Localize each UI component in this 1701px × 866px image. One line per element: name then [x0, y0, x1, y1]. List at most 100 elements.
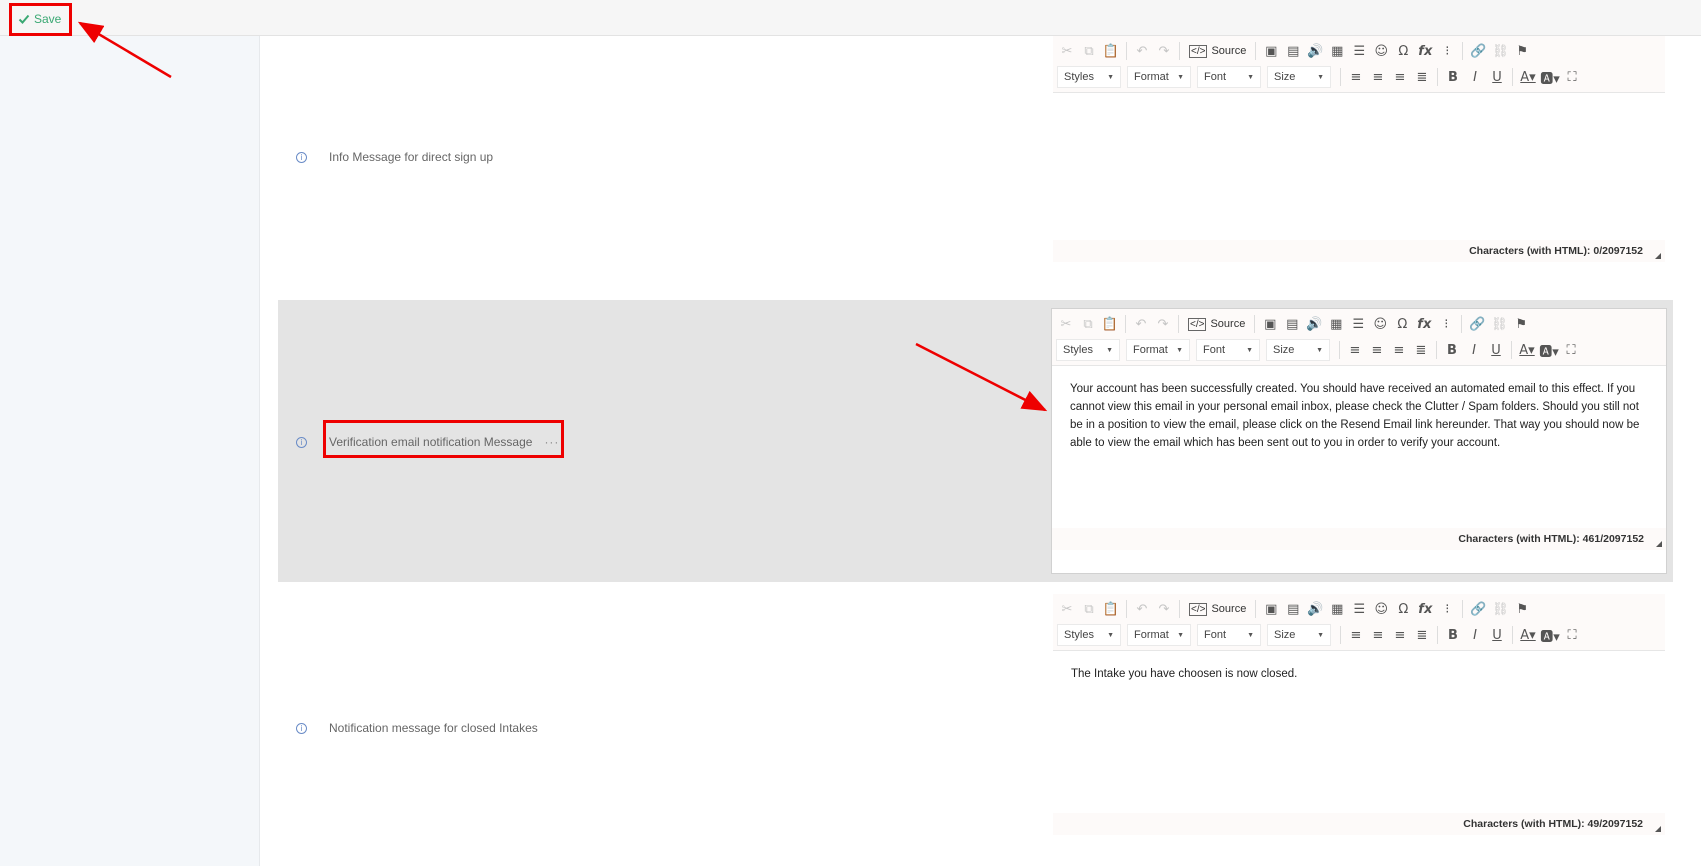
- source-button[interactable]: </> Source: [1185, 44, 1250, 58]
- bg-color-icon[interactable]: 🅰▾: [1540, 67, 1560, 87]
- link-icon[interactable]: 🔗: [1467, 314, 1487, 334]
- redo-icon[interactable]: ↷: [1153, 314, 1173, 334]
- format-combo[interactable]: Format ▼: [1127, 624, 1191, 646]
- cut-icon[interactable]: ✂: [1057, 599, 1077, 619]
- link-icon[interactable]: 🔗: [1468, 599, 1488, 619]
- unlink-icon[interactable]: ⛓: [1490, 41, 1510, 61]
- save-button[interactable]: Save: [18, 9, 61, 29]
- italic-icon[interactable]: I: [1465, 625, 1485, 645]
- anchor-icon[interactable]: ⚑: [1512, 599, 1532, 619]
- cut-icon[interactable]: ✂: [1057, 41, 1077, 61]
- editor-body[interactable]: [1053, 93, 1665, 240]
- table-icon[interactable]: ▦: [1326, 314, 1346, 334]
- maximize-icon[interactable]: ⛶: [1562, 625, 1582, 645]
- bold-icon[interactable]: B: [1443, 67, 1463, 87]
- align-center-icon[interactable]: ≡: [1368, 625, 1388, 645]
- redo-icon[interactable]: ↷: [1154, 41, 1174, 61]
- anchor-icon[interactable]: ⚑: [1511, 314, 1531, 334]
- unlink-icon[interactable]: ⛓: [1490, 599, 1510, 619]
- placeholder-icon[interactable]: ⁝: [1437, 41, 1457, 61]
- paste-icon[interactable]: 📋: [1101, 599, 1121, 619]
- cut-icon[interactable]: ✂: [1056, 314, 1076, 334]
- image-icon[interactable]: ▣: [1260, 314, 1280, 334]
- justify-icon[interactable]: ≣: [1411, 340, 1431, 360]
- info-icon[interactable]: i: [296, 436, 307, 448]
- copy-icon[interactable]: ⧉: [1079, 41, 1099, 61]
- smiley-icon[interactable]: ☺: [1370, 314, 1390, 334]
- underline-icon[interactable]: U: [1487, 625, 1507, 645]
- resize-handle-icon[interactable]: [1655, 253, 1661, 259]
- table-icon[interactable]: ▦: [1327, 599, 1347, 619]
- anchor-icon[interactable]: ⚑: [1512, 41, 1532, 61]
- source-button[interactable]: </> Source: [1184, 317, 1249, 331]
- bold-icon[interactable]: B: [1442, 340, 1462, 360]
- text-color-icon[interactable]: A▾: [1517, 340, 1537, 360]
- image2-icon[interactable]: ▤: [1282, 314, 1302, 334]
- paste-icon[interactable]: 📋: [1101, 41, 1121, 61]
- horizontal-rule-icon[interactable]: ☰: [1348, 314, 1368, 334]
- bg-color-icon[interactable]: 🅰▾: [1539, 340, 1559, 360]
- bold-icon[interactable]: B: [1443, 625, 1463, 645]
- bg-color-icon[interactable]: 🅰▾: [1540, 625, 1560, 645]
- font-combo[interactable]: Font ▼: [1196, 339, 1260, 361]
- link-icon[interactable]: 🔗: [1468, 41, 1488, 61]
- resize-handle-icon[interactable]: [1656, 541, 1662, 547]
- smiley-icon[interactable]: ☺: [1371, 41, 1391, 61]
- resize-handle-icon[interactable]: [1655, 826, 1661, 832]
- info-icon[interactable]: i: [296, 722, 307, 734]
- formula-icon[interactable]: fx: [1414, 314, 1434, 334]
- format-combo[interactable]: Format ▼: [1126, 339, 1190, 361]
- format-combo[interactable]: Format ▼: [1127, 66, 1191, 88]
- text-color-icon[interactable]: A▾: [1518, 67, 1538, 87]
- align-left-icon[interactable]: ≡: [1346, 625, 1366, 645]
- redo-icon[interactable]: ↷: [1154, 599, 1174, 619]
- size-combo[interactable]: Size ▼: [1266, 339, 1330, 361]
- more-options-icon[interactable]: ···: [544, 435, 559, 449]
- size-combo[interactable]: Size ▼: [1267, 624, 1331, 646]
- maximize-icon[interactable]: ⛶: [1562, 67, 1582, 87]
- info-icon[interactable]: i: [296, 151, 307, 163]
- styles-combo[interactable]: Styles ▼: [1057, 624, 1121, 646]
- image-icon[interactable]: ▣: [1261, 41, 1281, 61]
- copy-icon[interactable]: ⧉: [1079, 599, 1099, 619]
- table-icon[interactable]: ▦: [1327, 41, 1347, 61]
- image-icon[interactable]: ▣: [1261, 599, 1281, 619]
- source-button[interactable]: </> Source: [1185, 602, 1250, 616]
- formula-icon[interactable]: fx: [1415, 599, 1435, 619]
- smiley-icon[interactable]: ☺: [1371, 599, 1391, 619]
- italic-icon[interactable]: I: [1465, 67, 1485, 87]
- editor-body[interactable]: Your account has been successfully creat…: [1052, 366, 1666, 528]
- align-left-icon[interactable]: ≡: [1346, 67, 1366, 87]
- justify-icon[interactable]: ≣: [1412, 625, 1432, 645]
- align-center-icon[interactable]: ≡: [1368, 67, 1388, 87]
- placeholder-icon[interactable]: ⁝: [1436, 314, 1456, 334]
- horizontal-rule-icon[interactable]: ☰: [1349, 599, 1369, 619]
- align-left-icon[interactable]: ≡: [1345, 340, 1365, 360]
- styles-combo[interactable]: Styles ▼: [1056, 339, 1120, 361]
- placeholder-icon[interactable]: ⁝: [1437, 599, 1457, 619]
- styles-combo[interactable]: Styles ▼: [1057, 66, 1121, 88]
- maximize-icon[interactable]: ⛶: [1561, 340, 1581, 360]
- paste-icon[interactable]: 📋: [1100, 314, 1120, 334]
- justify-icon[interactable]: ≣: [1412, 67, 1432, 87]
- formula-icon[interactable]: fx: [1415, 41, 1435, 61]
- audio-icon[interactable]: 🔊: [1304, 314, 1324, 334]
- audio-icon[interactable]: 🔊: [1305, 41, 1325, 61]
- align-center-icon[interactable]: ≡: [1367, 340, 1387, 360]
- image2-icon[interactable]: ▤: [1283, 599, 1303, 619]
- size-combo[interactable]: Size ▼: [1267, 66, 1331, 88]
- special-char-icon[interactable]: Ω: [1392, 314, 1412, 334]
- undo-icon[interactable]: ↶: [1131, 314, 1151, 334]
- copy-icon[interactable]: ⧉: [1078, 314, 1098, 334]
- underline-icon[interactable]: U: [1487, 67, 1507, 87]
- special-char-icon[interactable]: Ω: [1393, 599, 1413, 619]
- align-right-icon[interactable]: ≡: [1390, 625, 1410, 645]
- italic-icon[interactable]: I: [1464, 340, 1484, 360]
- image2-icon[interactable]: ▤: [1283, 41, 1303, 61]
- align-right-icon[interactable]: ≡: [1389, 340, 1409, 360]
- horizontal-rule-icon[interactable]: ☰: [1349, 41, 1369, 61]
- undo-icon[interactable]: ↶: [1132, 41, 1152, 61]
- unlink-icon[interactable]: ⛓: [1489, 314, 1509, 334]
- font-combo[interactable]: Font ▼: [1197, 624, 1261, 646]
- underline-icon[interactable]: U: [1486, 340, 1506, 360]
